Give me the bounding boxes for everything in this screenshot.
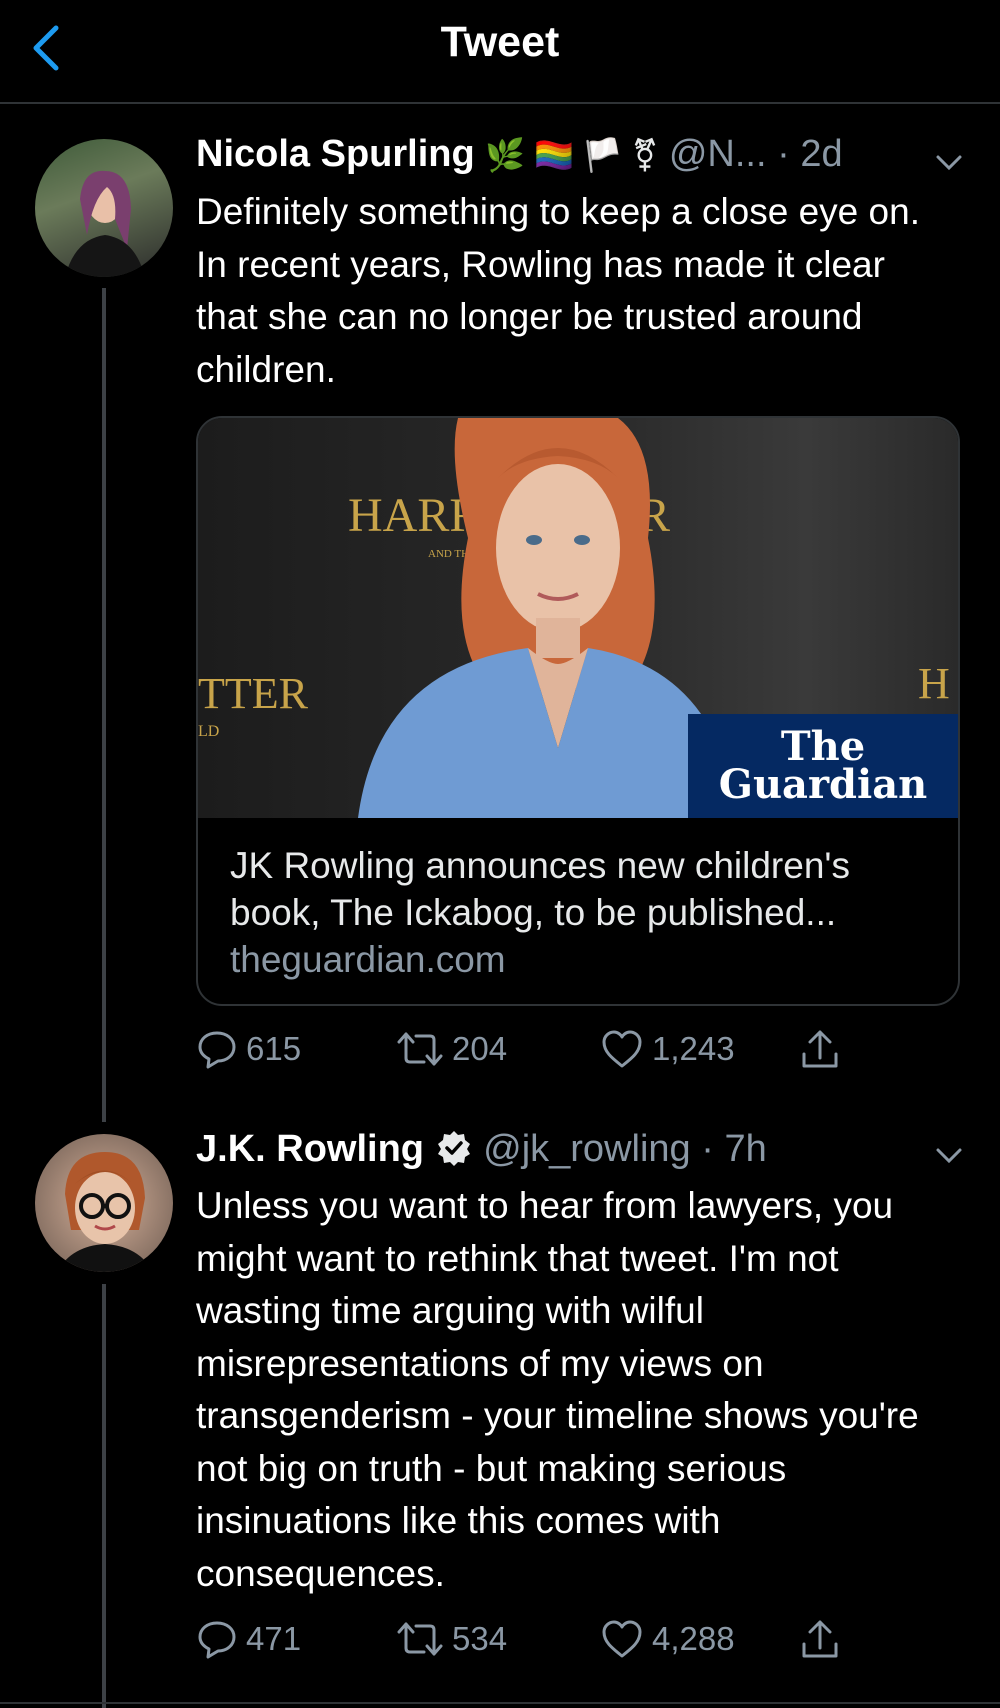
- chevron-down-icon[interactable]: [932, 1138, 966, 1172]
- divider: [0, 1702, 1000, 1704]
- avatar[interactable]: [35, 139, 173, 277]
- tweet-header: J.K. Rowling @jk_rowling · 7h: [196, 1128, 767, 1171]
- tweet-header: Nicola Spurling 🌿 🏳️‍🌈 🏳️ ⚧ @N... · 2d: [196, 133, 843, 176]
- verified-badge-icon: [437, 1131, 470, 1166]
- card-text: JK Rowling announces new children's book…: [230, 842, 940, 983]
- top-bar: Tweet: [0, 0, 1000, 104]
- retweet-icon: [397, 1032, 443, 1066]
- timestamp[interactable]: 2d: [800, 133, 842, 175]
- display-name[interactable]: Nicola Spurling: [196, 133, 475, 175]
- page-title: Tweet: [440, 18, 560, 66]
- reply-button[interactable]: 615: [196, 1028, 301, 1070]
- like-count: 1,243: [652, 1030, 735, 1067]
- heart-icon: [602, 1620, 642, 1658]
- tweet-text: Unless you want to hear from lawyers, yo…: [196, 1185, 919, 1594]
- tweet-actions: 615 204 1,243: [196, 1028, 856, 1078]
- logo-text-guardian: Guardian: [718, 761, 928, 808]
- link-card[interactable]: HARRY R AND THE TTER LD H The Guardian J…: [196, 416, 960, 1006]
- retweet-icon: [397, 1622, 443, 1656]
- reply-count: 471: [246, 1620, 302, 1657]
- like-button[interactable]: 4,288: [600, 1618, 735, 1660]
- reply-icon: [198, 1031, 236, 1069]
- avatar[interactable]: [35, 1134, 173, 1272]
- card-image: HARRY R AND THE TTER LD H The Guardian: [198, 418, 958, 818]
- retweet-count: 204: [452, 1030, 508, 1067]
- share-button[interactable]: [798, 1028, 850, 1072]
- card-title: JK Rowling announces new children's book…: [230, 845, 850, 933]
- reply-count: 615: [246, 1030, 302, 1067]
- handle[interactable]: @jk_rowling: [483, 1128, 691, 1170]
- handle[interactable]: @N...: [669, 133, 767, 175]
- separator: ·: [690, 1128, 725, 1170]
- heart-icon: [602, 1030, 642, 1068]
- reply-icon: [198, 1621, 236, 1659]
- thread-line: [102, 288, 106, 1122]
- timestamp[interactable]: 7h: [724, 1128, 766, 1170]
- name-emojis: 🌿 🏳️‍🌈 🏳️ ⚧: [485, 137, 659, 173]
- card-domain: theguardian.com: [230, 939, 506, 980]
- tweet-text: Definitely something to keep a close eye…: [196, 191, 920, 390]
- chevron-down-icon[interactable]: [932, 145, 966, 179]
- thread-line: [102, 1284, 106, 1708]
- share-button[interactable]: [798, 1618, 850, 1662]
- tweet-actions: 471 534 4,288: [196, 1618, 856, 1668]
- retweet-button[interactable]: 204: [396, 1028, 507, 1070]
- reply-button[interactable]: 471: [196, 1618, 301, 1660]
- share-icon: [802, 1030, 838, 1068]
- guardian-logo: The Guardian: [688, 714, 958, 818]
- share-icon: [802, 1620, 838, 1658]
- like-count: 4,288: [652, 1620, 735, 1657]
- separator: ·: [766, 133, 801, 175]
- like-button[interactable]: 1,243: [600, 1028, 735, 1070]
- retweet-button[interactable]: 534: [396, 1618, 507, 1660]
- display-name[interactable]: J.K. Rowling: [196, 1128, 424, 1170]
- retweet-count: 534: [452, 1620, 508, 1657]
